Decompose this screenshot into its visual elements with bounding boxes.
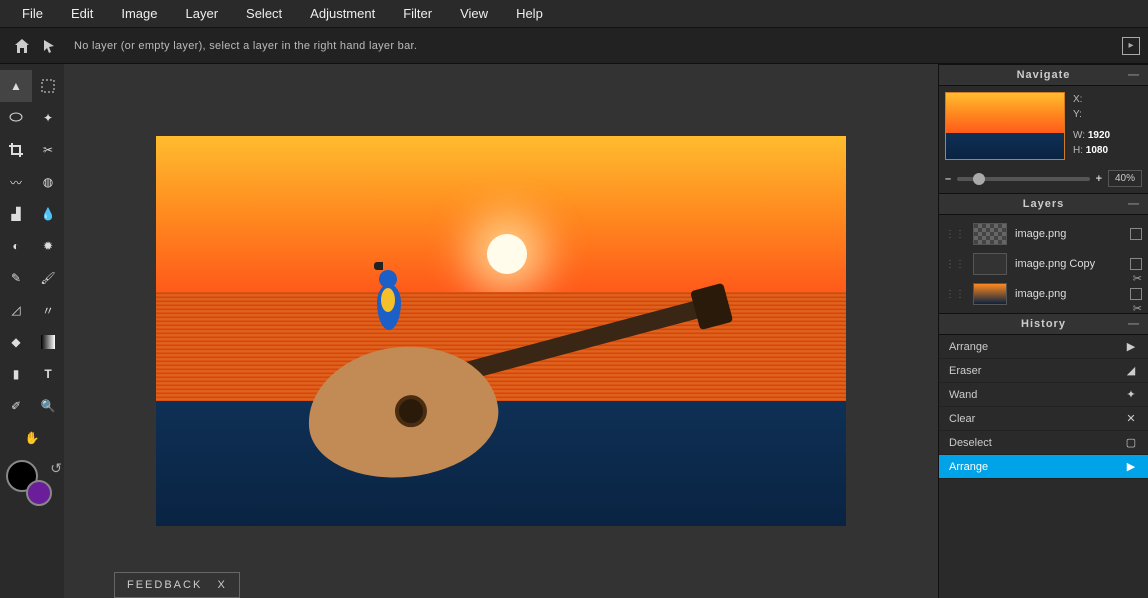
menu-filter[interactable]: Filter (389, 0, 446, 27)
navigate-panel: X: Y: W: 1920 H: 1080 – + 40% (939, 86, 1148, 193)
menu-bar: File Edit Image Layer Select Adjustment … (0, 0, 1148, 28)
fill-tool[interactable]: ◆ (0, 326, 32, 358)
feedback-label: FEEDBACK (127, 579, 202, 591)
menu-help[interactable]: Help (502, 0, 557, 27)
canvas-area[interactable]: FEEDBACK X (64, 64, 938, 598)
layer-row[interactable]: ⋮⋮ image.png (945, 219, 1142, 249)
collapse-panels-icon[interactable]: ▸ (1122, 37, 1140, 55)
history-item[interactable]: Deselect▢ (939, 431, 1148, 455)
navigate-panel-header[interactable]: Navigate — (939, 64, 1148, 86)
crop-tool[interactable] (0, 134, 32, 166)
history-item[interactable]: Eraser◢ (939, 359, 1148, 383)
navigator-thumbnail[interactable] (945, 92, 1065, 160)
stamp-tool[interactable]: ▟ (0, 198, 32, 230)
eraser-icon: ◢ (1124, 364, 1138, 377)
layer-thumbnail[interactable] (973, 283, 1007, 305)
minimize-icon[interactable]: — (1128, 318, 1140, 330)
layer-name[interactable]: image.png Copy (1015, 258, 1122, 270)
menu-file[interactable]: File (8, 0, 57, 27)
menu-image[interactable]: Image (107, 0, 171, 27)
layer-row[interactable]: ⋮⋮ image.png ✂ (945, 279, 1142, 309)
gradient-tool[interactable] (32, 326, 64, 358)
menu-select[interactable]: Select (232, 0, 296, 27)
layer-name[interactable]: image.png (1015, 288, 1122, 300)
home-icon[interactable] (8, 32, 36, 60)
swap-colors-icon[interactable]: ↺ (50, 460, 62, 477)
visibility-toggle[interactable] (1130, 288, 1142, 300)
navigate-title: Navigate (1017, 69, 1071, 81)
left-toolbar: ▲ ✦ ✂ 〰 ◍ ▟ 💧 ◐ ✹ ✎ 🖌 ◿ 〃 ◆ ▮ T ✐ 🔍 ✋ (0, 64, 64, 598)
text-tool[interactable]: T (32, 358, 64, 390)
drag-handle-icon[interactable]: ⋮⋮ (945, 229, 965, 240)
history-item[interactable]: Clear✕ (939, 407, 1148, 431)
zoom-tool[interactable]: 🔍 (32, 390, 64, 422)
canvas-image (156, 136, 846, 526)
zoom-slider[interactable] (957, 177, 1089, 181)
drag-handle-icon[interactable]: ⋮⋮ (945, 259, 965, 270)
menu-view[interactable]: View (446, 0, 502, 27)
layers-panel-header[interactable]: Layers — (939, 193, 1148, 215)
minimize-icon[interactable]: — (1128, 198, 1140, 210)
options-bar: No layer (or empty layer), select a laye… (0, 28, 1148, 64)
arrange-icon: ▶ (1124, 460, 1138, 473)
history-item[interactable]: Wand✦ (939, 383, 1148, 407)
layers-panel: ⋮⋮ image.png ⋮⋮ image.png Copy ✂ ⋮⋮ imag… (939, 215, 1148, 313)
pointer-icon (36, 32, 64, 60)
history-panel: Arrange▶ Eraser◢ Wand✦ Clear✕ Deselect▢ … (939, 335, 1148, 479)
layer-thumbnail[interactable] (973, 223, 1007, 245)
menu-adjustment[interactable]: Adjustment (296, 0, 389, 27)
move-tool[interactable]: ▲ (0, 70, 32, 102)
hand-tool[interactable]: ✋ (0, 422, 64, 454)
zoom-out-button[interactable]: – (945, 173, 951, 185)
arrange-icon: ▶ (1124, 340, 1138, 353)
minimize-icon[interactable]: — (1128, 69, 1140, 81)
layer-name[interactable]: image.png (1015, 228, 1122, 240)
history-item[interactable]: Arrange▶ (939, 335, 1148, 359)
history-title: History (1021, 318, 1066, 330)
navigator-info: X: Y: W: 1920 H: 1080 (1073, 92, 1110, 160)
scissors-tool[interactable]: ✂ (32, 134, 64, 166)
wand-icon: ✦ (1124, 388, 1138, 401)
visibility-toggle[interactable] (1130, 228, 1142, 240)
zoom-value[interactable]: 40% (1108, 170, 1142, 187)
eyedropper-tool[interactable]: ✎ (0, 262, 32, 294)
shape-tool[interactable]: ▮ (0, 358, 32, 390)
heal-tool[interactable]: ◍ (32, 166, 64, 198)
feedback-button[interactable]: FEEDBACK X (114, 572, 240, 598)
wand-tool[interactable]: ✦ (32, 102, 64, 134)
right-panels: Navigate — X: Y: W: 1920 H: 1080 – + (938, 64, 1148, 598)
background-color[interactable] (26, 480, 52, 506)
layers-title: Layers (1023, 198, 1064, 210)
smudge-tool[interactable]: 〃 (32, 294, 64, 326)
clear-icon: ✕ (1124, 412, 1138, 425)
marquee-tool[interactable] (32, 70, 64, 102)
eraser-tool[interactable]: ◿ (0, 294, 32, 326)
brush-tool[interactable]: 🖌 (32, 262, 64, 294)
blur-tool[interactable]: 💧 (32, 198, 64, 230)
feedback-close[interactable]: X (217, 579, 226, 591)
menu-edit[interactable]: Edit (57, 0, 107, 27)
deselect-icon: ▢ (1124, 436, 1138, 449)
history-panel-header[interactable]: History — (939, 313, 1148, 335)
layer-thumbnail[interactable] (973, 253, 1007, 275)
drag-handle-icon[interactable]: ⋮⋮ (945, 289, 965, 300)
zoom-in-button[interactable]: + (1096, 173, 1102, 185)
lasso-tool[interactable] (0, 102, 32, 134)
liquify-tool[interactable]: 〰 (0, 166, 32, 198)
history-item-active[interactable]: Arrange▶ (939, 455, 1148, 479)
dodge-tool[interactable]: ◐ (0, 230, 32, 262)
burn-tool[interactable]: ✹ (32, 230, 64, 262)
menu-layer[interactable]: Layer (172, 0, 233, 27)
layer-row[interactable]: ⋮⋮ image.png Copy ✂ (945, 249, 1142, 279)
color-swatches[interactable]: ↺ (0, 460, 64, 516)
status-message: No layer (or empty layer), select a laye… (74, 40, 417, 52)
visibility-toggle[interactable] (1130, 258, 1142, 270)
color-picker-tool[interactable]: ✐ (0, 390, 32, 422)
